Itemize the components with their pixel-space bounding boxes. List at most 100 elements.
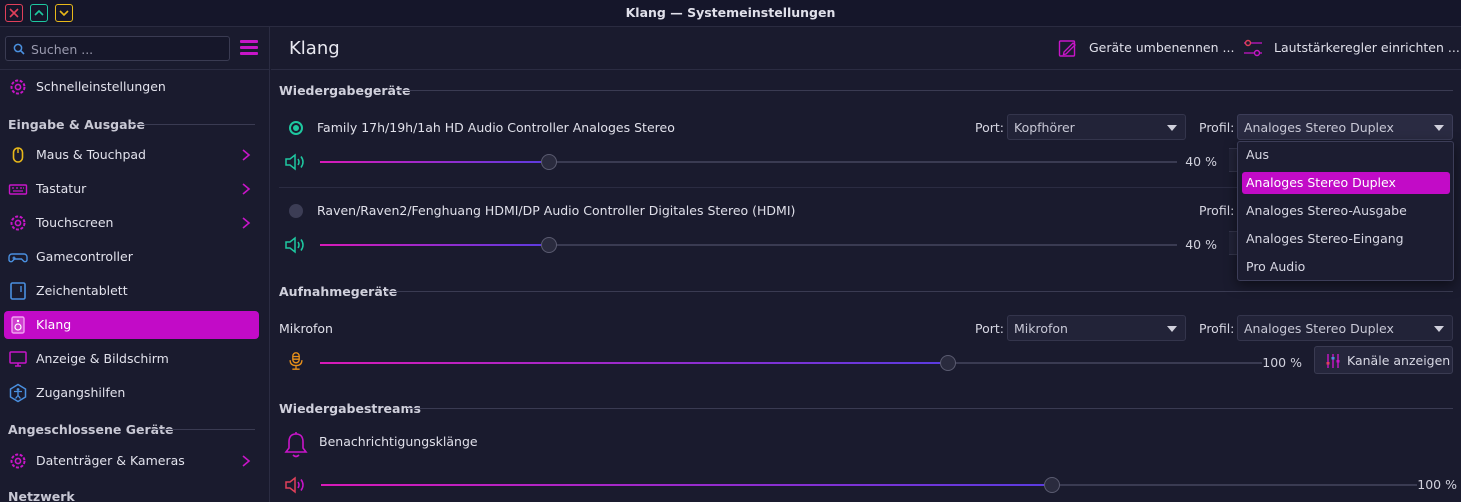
profile-label: Profil: bbox=[1199, 120, 1235, 135]
search-box[interactable] bbox=[5, 36, 230, 61]
dropdown-arrow-icon bbox=[1167, 326, 1177, 332]
volume-knob[interactable] bbox=[940, 355, 956, 371]
volume-control-button[interactable]: Lautstärkeregler einrichten ... bbox=[1243, 38, 1460, 58]
sidebar-item-label: Schnelleinstellungen bbox=[36, 79, 166, 94]
section-network: Netzwerk bbox=[8, 489, 75, 502]
sidebar-item-touchscreen[interactable]: Touchscreen bbox=[4, 209, 259, 237]
profile-select[interactable]: Analoges Stereo Duplex bbox=[1237, 114, 1453, 140]
sidebar-item-label: Gamecontroller bbox=[36, 249, 133, 264]
sidebar-item-label: Zeichentablett bbox=[36, 283, 128, 298]
volume-icon bbox=[285, 476, 304, 494]
page-title: Klang bbox=[289, 38, 340, 59]
port-select[interactable]: Kopfhörer bbox=[1007, 114, 1186, 140]
sidebar-item-display[interactable]: Anzeige & Bildschirm bbox=[4, 345, 259, 373]
default-device-radio[interactable] bbox=[289, 121, 303, 135]
search-input[interactable] bbox=[31, 40, 221, 58]
dropdown-arrow-icon bbox=[1167, 125, 1177, 131]
accessibility-icon bbox=[9, 383, 27, 403]
volume-percent: 100 % bbox=[1262, 355, 1302, 370]
rename-devices-button[interactable]: Geräte umbenennen ... bbox=[1058, 38, 1234, 58]
volume-fill bbox=[320, 161, 549, 163]
gear-icon bbox=[10, 215, 26, 231]
section-devices: Angeschlossene Geräte bbox=[8, 422, 174, 437]
profile-select[interactable]: Analoges Stereo Duplex bbox=[1237, 315, 1453, 341]
volume-slider[interactable] bbox=[320, 355, 1262, 371]
dropdown-option[interactable]: Analoges Stereo-Eingang bbox=[1242, 228, 1450, 250]
volume-knob[interactable] bbox=[1044, 477, 1060, 493]
sidebar-item-gamecontroller[interactable]: Gamecontroller bbox=[4, 243, 259, 271]
streams-group-title: Wiedergabestreams bbox=[279, 401, 421, 416]
port-label: Port: bbox=[975, 321, 1004, 336]
volume-knob[interactable] bbox=[541, 237, 557, 253]
volume-control-label: Lautstärkeregler einrichten ... bbox=[1274, 40, 1460, 55]
profile-label: Profil: bbox=[1199, 203, 1235, 218]
window-title: Klang — Systemeinstellungen bbox=[625, 5, 836, 20]
group-line bbox=[395, 90, 1453, 91]
profile-dropdown-menu: Aus Analoges Stereo Duplex Analoges Ster… bbox=[1237, 141, 1454, 281]
dropdown-option-label: Analoges Stereo Duplex bbox=[1246, 175, 1396, 190]
dropdown-option-selected[interactable]: Analoges Stereo Duplex bbox=[1242, 172, 1450, 194]
bell-icon bbox=[284, 432, 308, 458]
hamburger-bar bbox=[240, 46, 258, 49]
sidebar-item-label: Anzeige & Bildschirm bbox=[36, 351, 169, 366]
volume-percent: 40 % bbox=[1185, 237, 1217, 252]
volume-slider[interactable] bbox=[320, 237, 1177, 253]
sidebar-item-mouse[interactable]: Maus & Touchpad bbox=[4, 141, 259, 169]
show-channels-button[interactable]: Kanäle anzeigen bbox=[1314, 346, 1453, 374]
port-label: Port: bbox=[975, 120, 1004, 135]
chevron-right-icon bbox=[242, 183, 251, 195]
chevron-right-icon bbox=[242, 455, 251, 467]
speaker-icon bbox=[11, 316, 25, 334]
volume-fill bbox=[321, 484, 1052, 486]
hamburger-bar bbox=[240, 52, 258, 55]
dropdown-option[interactable]: Analoges Stereo-Ausgabe bbox=[1242, 200, 1450, 222]
port-select[interactable]: Mikrofon bbox=[1007, 315, 1186, 341]
volume-knob[interactable] bbox=[541, 154, 557, 170]
sidebar-item-keyboard[interactable]: Tastatur bbox=[4, 175, 259, 203]
volume-percent: 100 % bbox=[1417, 477, 1457, 492]
volume-slider[interactable] bbox=[321, 477, 1417, 493]
microphone-icon bbox=[289, 352, 303, 370]
menu-button[interactable] bbox=[240, 40, 258, 56]
sidebar-item-storage[interactable]: Datenträger & Kameras bbox=[4, 447, 259, 475]
section-line bbox=[130, 124, 255, 125]
port-value: Mikrofon bbox=[1014, 321, 1068, 336]
volume-percent: 40 % bbox=[1185, 154, 1217, 169]
equalizer-icon bbox=[1326, 354, 1340, 368]
sidebar-item-label: Zugangshilfen bbox=[36, 385, 126, 400]
stream-name: Benachrichtigungsklänge bbox=[319, 434, 478, 449]
sidebar-item-label: Tastatur bbox=[36, 181, 87, 196]
chevron-right-icon bbox=[242, 217, 251, 229]
sidebar-item-accessibility[interactable]: Zugangshilfen bbox=[4, 379, 259, 407]
section-io: Eingabe & Ausgabe bbox=[8, 117, 145, 132]
sidebar-item-label: Touchscreen bbox=[36, 215, 114, 230]
sidebar-item-sound[interactable]: Klang bbox=[4, 311, 259, 339]
sidebar-item-drawing-tablet[interactable]: Zeichentablett bbox=[4, 277, 259, 305]
dropdown-option[interactable]: Aus bbox=[1242, 144, 1450, 166]
volume-fill bbox=[320, 244, 549, 246]
profile-label: Profil: bbox=[1199, 321, 1235, 336]
dropdown-arrow-icon bbox=[1434, 125, 1444, 131]
sidebar-item-label: Datenträger & Kameras bbox=[36, 453, 185, 468]
edit-icon bbox=[1058, 40, 1076, 57]
recording-group-title: Aufnahmegeräte bbox=[279, 284, 398, 299]
tablet-icon bbox=[10, 282, 26, 300]
playback-group-title: Wiedergabegeräte bbox=[279, 83, 411, 98]
mouse-icon bbox=[12, 147, 24, 163]
default-device-radio[interactable] bbox=[289, 204, 303, 218]
gear-icon bbox=[10, 453, 26, 469]
playback-device-name: Raven/Raven2/Fenghuang HDMI/DP Audio Con… bbox=[317, 203, 796, 218]
sidebar-item-quick-settings[interactable]: Schnelleinstellungen bbox=[4, 73, 259, 101]
port-value: Kopfhörer bbox=[1014, 120, 1075, 135]
playback-device-name: Family 17h/19h/1ah HD Audio Controller A… bbox=[317, 120, 675, 135]
dropdown-option[interactable]: Pro Audio bbox=[1242, 256, 1450, 278]
profile-value: Analoges Stereo Duplex bbox=[1244, 321, 1394, 336]
group-line bbox=[407, 408, 1453, 409]
sidebar-item-label: Klang bbox=[36, 317, 72, 332]
volume-slider[interactable] bbox=[320, 154, 1177, 170]
recording-device-name: Mikrofon bbox=[279, 321, 333, 336]
sidebar: Schnelleinstellungen Eingabe & Ausgabe M… bbox=[0, 27, 270, 502]
search-icon bbox=[13, 43, 25, 55]
sidebar-item-label: Maus & Touchpad bbox=[36, 147, 146, 162]
profile-value: Analoges Stereo Duplex bbox=[1244, 120, 1394, 135]
